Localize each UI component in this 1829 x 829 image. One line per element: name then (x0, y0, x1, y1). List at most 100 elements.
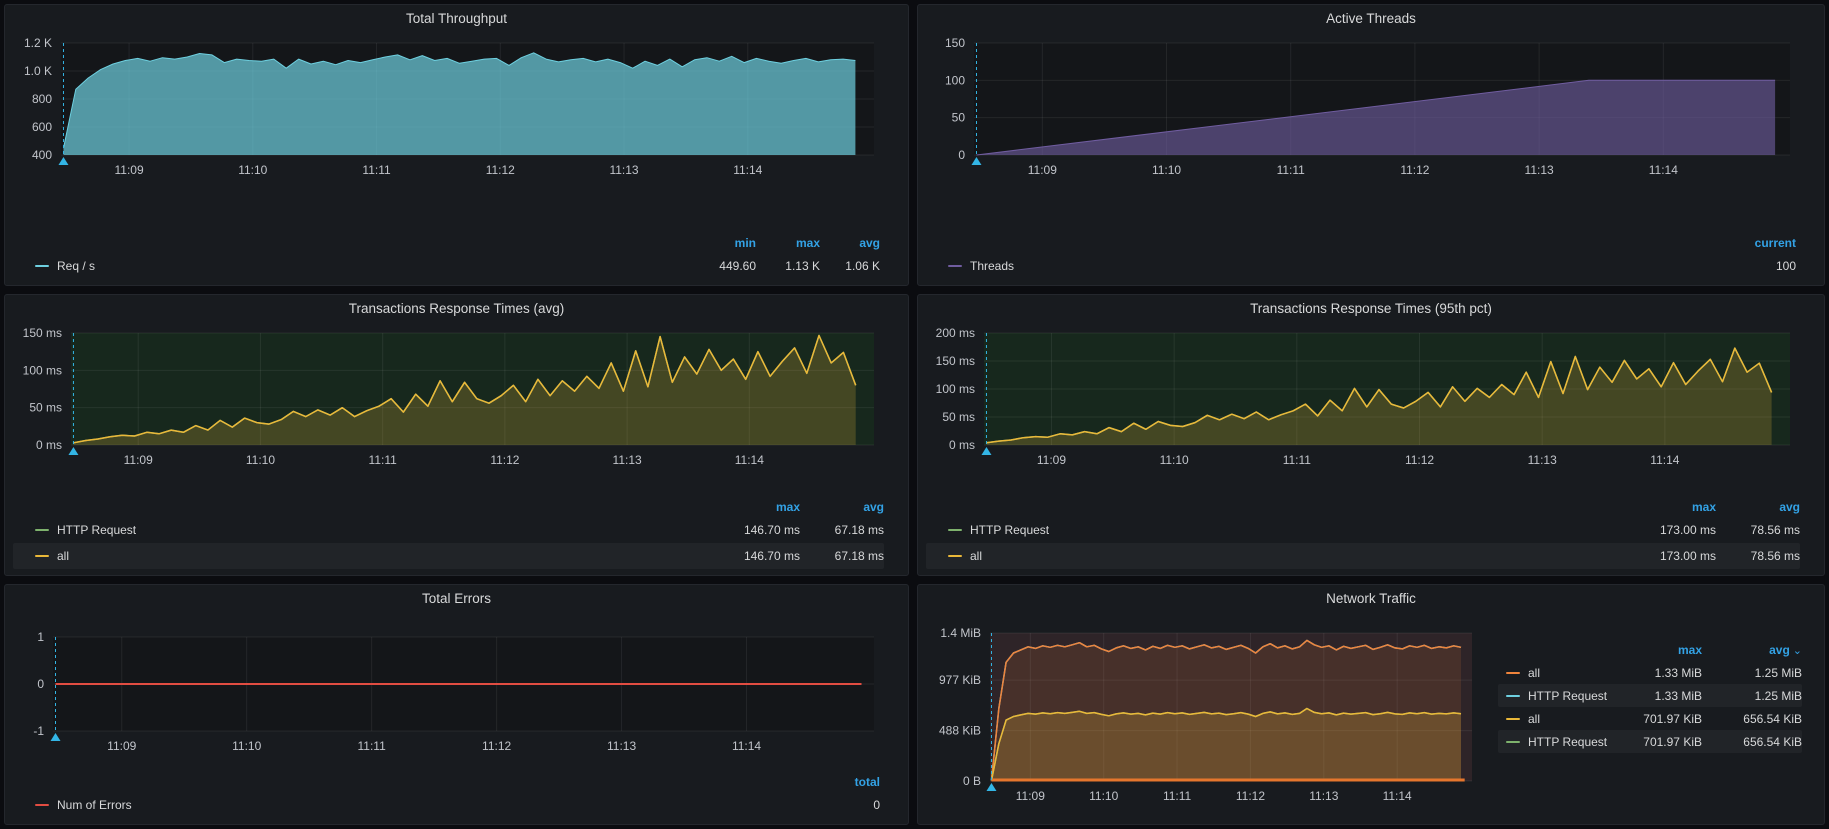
legend-header-row: current (926, 233, 1796, 253)
y-axis-tick-label: 800 (32, 92, 52, 106)
chart-active-threads[interactable]: 05010015011:0911:1011:1111:1211:1311:14 (926, 33, 1818, 183)
annotation-marker-icon[interactable] (50, 733, 60, 741)
series-color-icon[interactable] (35, 804, 49, 806)
legend-value: 1.06 K (820, 259, 880, 273)
series-color-icon[interactable] (35, 555, 49, 557)
chevron-down-icon: ⌄ (1793, 645, 1802, 657)
series-color-icon[interactable] (948, 529, 962, 531)
series-color-icon[interactable] (1506, 741, 1520, 743)
chart-total-errors[interactable]: -10111:0911:1011:1111:1211:1311:14 (13, 629, 902, 759)
legend-header-avg[interactable]: avg (1716, 497, 1800, 517)
y-axis-tick-label: 150 (945, 36, 965, 50)
x-axis-tick-label: 11:12 (486, 163, 515, 177)
y-axis-tick-label: 100 (945, 73, 965, 87)
y-axis-tick-label: 0 ms (949, 438, 975, 452)
panel-title[interactable]: Total Errors (13, 585, 900, 613)
legend-active-threads: currentThreads100 (926, 233, 1816, 285)
legend-series-num-of-errors[interactable]: Num of Errors (13, 798, 810, 812)
legend-header-avg[interactable]: avg⌄ (1702, 640, 1802, 661)
legend-header-current[interactable]: current (1726, 233, 1796, 253)
legend-value: 449.60 (692, 259, 756, 273)
series-color-icon[interactable] (1506, 672, 1520, 674)
series-color-icon[interactable] (35, 265, 49, 267)
legend-value: 146.70 ms (710, 523, 800, 537)
x-axis-tick-label: 11:09 (114, 163, 143, 177)
legend-series-req-s[interactable]: Req / s (13, 259, 692, 273)
x-axis-tick-label: 11:10 (232, 739, 261, 753)
y-axis-tick-label: 150 ms (936, 354, 975, 368)
legend-series-label: all (57, 549, 69, 563)
legend-row: Req / s 449.601.13 K1.06 K (13, 253, 880, 279)
legend-header-avg[interactable]: avg (820, 233, 880, 253)
panel-title[interactable]: Network Traffic (926, 585, 1816, 613)
legend-header-min[interactable]: min (692, 233, 756, 253)
legend-series-all[interactable]: all (1498, 712, 1614, 726)
chart-transactions-response-times-95th[interactable]: 0 ms50 ms100 ms150 ms200 ms11:0911:1011:… (926, 323, 1818, 473)
legend-series-threads[interactable]: Threads (926, 259, 1726, 273)
legend-header-avg[interactable]: avg (800, 497, 884, 517)
series-color-icon[interactable] (948, 265, 962, 267)
legend-header-row: minmaxavg (13, 233, 880, 253)
y-axis-tick-label: 600 (32, 120, 52, 134)
legend-series-all[interactable]: all (1498, 666, 1614, 680)
legend-value: 0 (810, 798, 880, 812)
x-axis-tick-label: 11:14 (1649, 163, 1678, 177)
legend-series-label: Num of Errors (57, 798, 132, 812)
legend-series-all[interactable]: all (13, 549, 710, 563)
legend-value: 173.00 ms (1626, 549, 1716, 563)
annotation-marker-icon[interactable] (971, 157, 981, 165)
legend-row: Threads100 (926, 253, 1796, 279)
panel-title[interactable]: Transactions Response Times (95th pct) (926, 295, 1816, 323)
y-axis-tick-label: 488 KiB (939, 724, 981, 738)
legend-transactions-response-times-avg: maxavgHTTP Request146.70 ms67.18 msall14… (13, 497, 900, 575)
x-axis-tick-label: 11:10 (246, 453, 275, 467)
legend-header-total[interactable]: total (810, 772, 880, 792)
series-color-icon[interactable] (35, 529, 49, 531)
x-axis-tick-label: 11:14 (1383, 789, 1412, 803)
series-color-icon[interactable] (1506, 718, 1520, 720)
annotation-marker-icon[interactable] (58, 157, 68, 165)
legend-value: 78.56 ms (1716, 523, 1800, 537)
legend-series-http-request[interactable]: HTTP Request (13, 523, 710, 537)
annotation-marker-icon[interactable] (981, 447, 991, 455)
legend-series-label: HTTP Request (57, 523, 136, 537)
legend-series-http-request[interactable]: HTTP Request (1498, 689, 1614, 703)
legend-header-max[interactable]: max (1626, 497, 1716, 517)
panel-title[interactable]: Total Throughput (13, 5, 900, 33)
x-axis-tick-label: 11:09 (1028, 163, 1057, 177)
x-axis-tick-label: 11:12 (1400, 163, 1429, 177)
series-area-req-s (64, 53, 856, 155)
legend-series-http-request[interactable]: HTTP Request (926, 523, 1626, 537)
legend-value: 1.13 K (756, 259, 820, 273)
annotation-marker-icon[interactable] (986, 783, 996, 791)
legend-series-label: HTTP Request (1528, 689, 1607, 703)
legend-header-row: maxavg (13, 497, 884, 517)
legend-series-label: Threads (970, 259, 1014, 273)
legend-row: HTTP Request146.70 ms67.18 ms (13, 517, 884, 543)
chart-network-traffic[interactable]: 0 B488 KiB977 KiB1.4 MiB11:0911:1011:111… (926, 625, 1482, 811)
legend-series-http-request[interactable]: HTTP Request (1498, 735, 1614, 749)
legend-series-all[interactable]: all (926, 549, 1626, 563)
x-axis-tick-label: 11:09 (124, 453, 153, 467)
legend-header-max[interactable]: max (756, 233, 820, 253)
legend-series-label: Req / s (57, 259, 95, 273)
legend-row: all1.33 MiB1.25 MiB (1498, 661, 1802, 684)
x-axis-tick-label: 11:11 (1163, 789, 1192, 803)
legend-header-max[interactable]: max (710, 497, 800, 517)
series-color-icon[interactable] (948, 555, 962, 557)
series-color-icon[interactable] (1506, 695, 1520, 697)
legend-total-throughput: minmaxavg Req / s 449.601.13 K1.06 K (13, 233, 900, 285)
legend-header-max[interactable]: max (1614, 640, 1702, 660)
x-axis-tick-label: 11:14 (735, 453, 764, 467)
legend-row: HTTP Request1.33 MiB1.25 MiB (1498, 684, 1802, 707)
panel-title[interactable]: Transactions Response Times (avg) (13, 295, 900, 323)
chart-transactions-response-times-avg[interactable]: 0 ms50 ms100 ms150 ms11:0911:1011:1111:1… (13, 323, 902, 473)
x-axis-tick-label: 11:13 (1528, 453, 1557, 467)
annotation-marker-icon[interactable] (68, 447, 78, 455)
x-axis-tick-label: 11:13 (1525, 163, 1554, 177)
chart-total-throughput[interactable]: 4006008001.0 K1.2 K11:0911:1011:1111:121… (13, 33, 902, 183)
x-axis-tick-label: 11:13 (609, 163, 638, 177)
y-axis-tick-label: 1.2 K (24, 36, 52, 50)
panel-title[interactable]: Active Threads (926, 5, 1816, 33)
legend-series-label: all (1528, 712, 1540, 726)
